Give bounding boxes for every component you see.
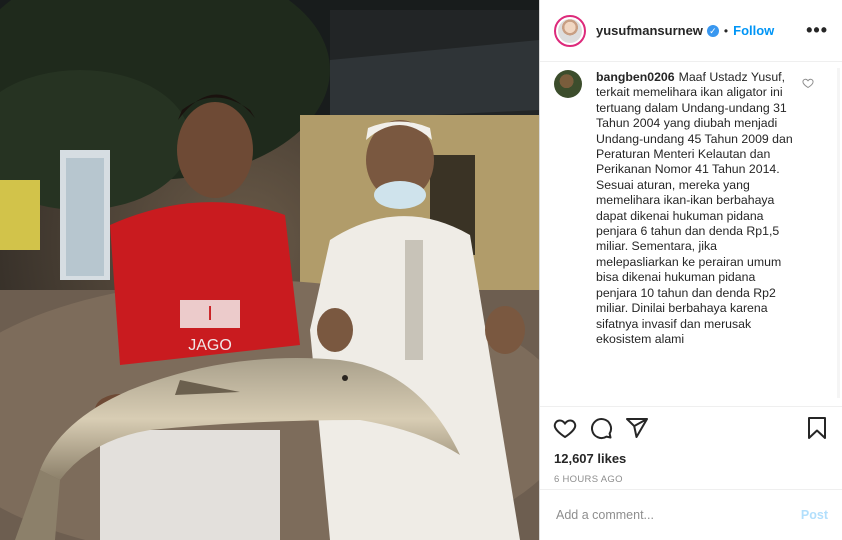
post-sidebar: yusufmansurnew ✓ • Follow ••• bangben020… [539, 0, 842, 540]
post-header: yusufmansurnew ✓ • Follow ••• [540, 0, 842, 62]
add-comment-input[interactable] [554, 507, 801, 523]
shirt-print: I [207, 303, 213, 325]
comments-scrollbar[interactable] [837, 68, 840, 398]
share-icon[interactable] [624, 415, 650, 441]
post-photo[interactable]: I JAGO [0, 0, 539, 540]
comment-body: bangben0206 Maaf Ustadz Yusuf, terkait me… [596, 70, 796, 347]
instagram-post: I JAGO yusufmansurnew ✓ • Follow ••• ban… [0, 0, 842, 540]
comment-text: Maaf Ustadz Yusuf, terkait memelihara ik… [596, 70, 793, 346]
comment-like-heart-icon[interactable] [802, 77, 814, 89]
shirt-print-bottom: JAGO [188, 337, 232, 354]
author-username[interactable]: yusufmansurnew [596, 23, 703, 38]
commenter-avatar[interactable] [554, 70, 582, 98]
comments-section[interactable]: bangben0206 Maaf Ustadz Yusuf, terkait me… [540, 62, 842, 406]
verified-badge-icon: ✓ [706, 24, 719, 37]
post-photo-image: I JAGO [0, 0, 539, 540]
more-options-icon[interactable]: ••• [806, 20, 828, 41]
post-comment-button[interactable]: Post [801, 508, 828, 522]
comment-icon[interactable] [588, 415, 614, 441]
action-bar [540, 406, 842, 448]
commenter-username[interactable]: bangben0206 [596, 70, 675, 84]
add-comment-bar: Post [540, 489, 842, 540]
header-separator: • [723, 23, 729, 38]
bookmark-icon[interactable] [804, 415, 830, 441]
comment-item: bangben0206 Maaf Ustadz Yusuf, terkait me… [554, 70, 828, 347]
heart-icon[interactable] [552, 415, 578, 441]
follow-button[interactable]: Follow [733, 23, 774, 38]
author-avatar[interactable] [554, 14, 586, 47]
likes-count[interactable]: 12,607 likes [540, 448, 842, 470]
